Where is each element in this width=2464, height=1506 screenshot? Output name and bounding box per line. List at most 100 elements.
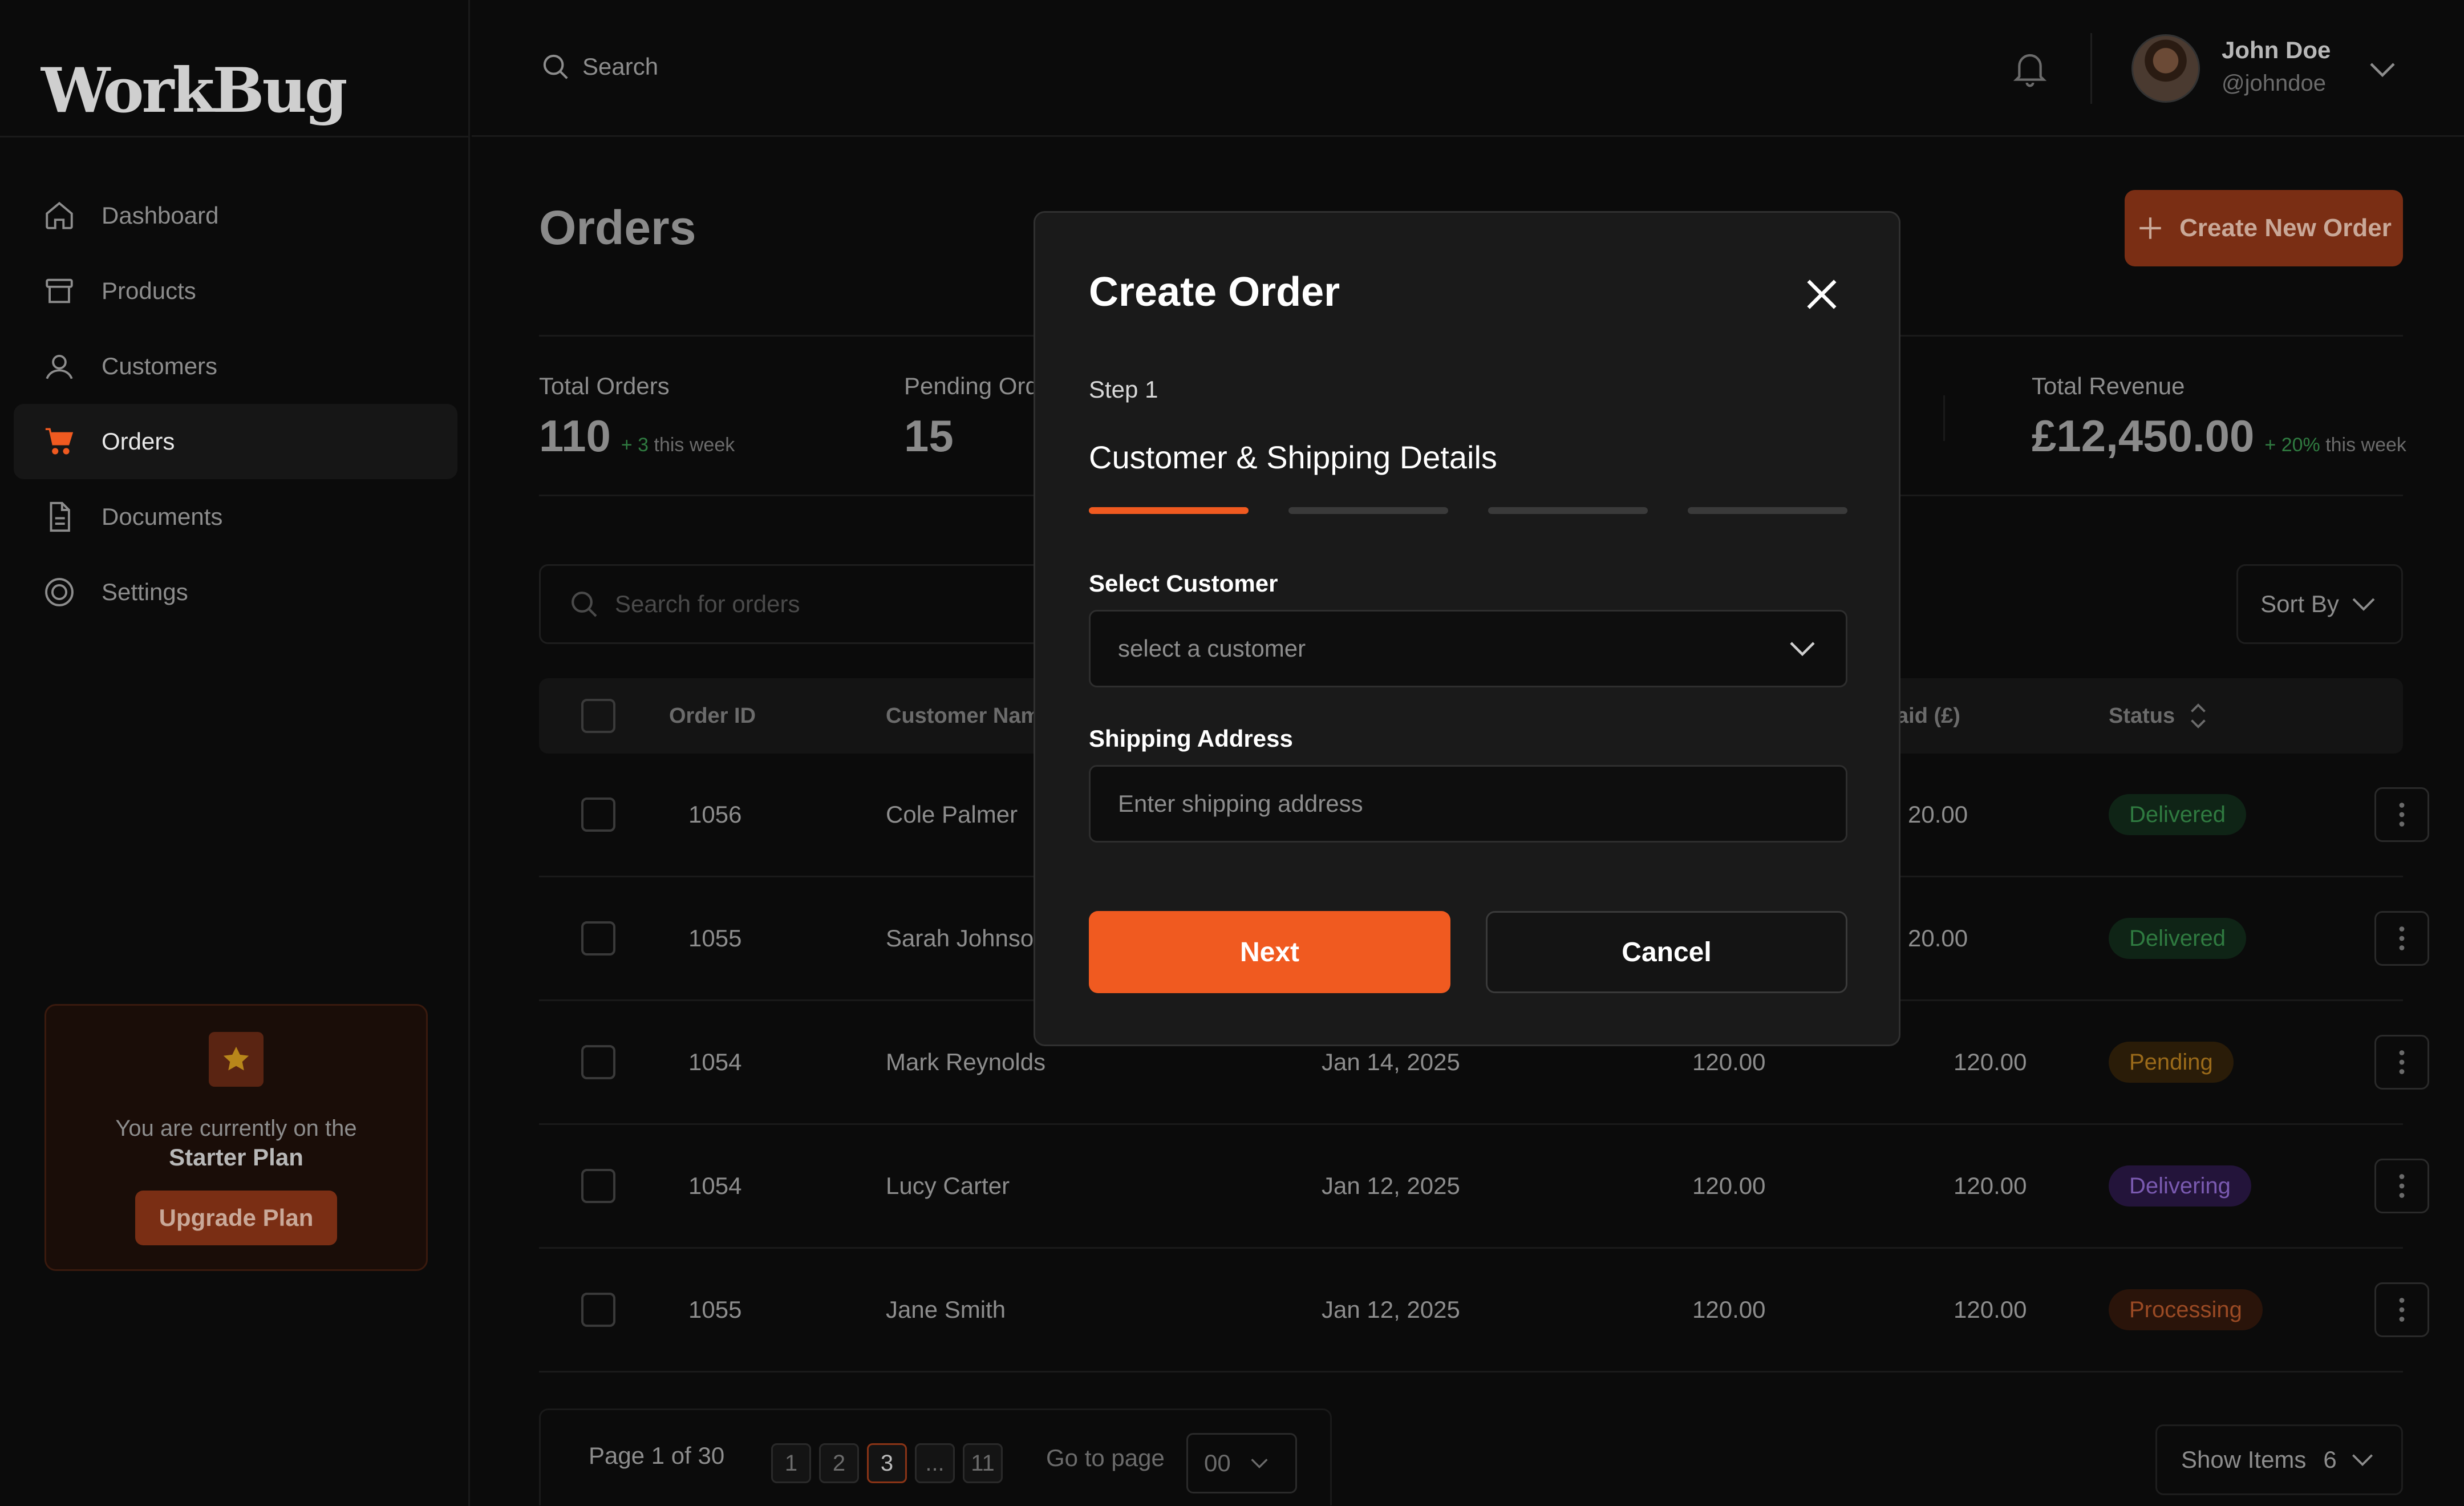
row-checkbox-cell — [581, 754, 615, 876]
show-items-select[interactable]: Show Items 6 — [2155, 1424, 2403, 1495]
stat-label: Pending Ord — [904, 373, 1039, 399]
top-search[interactable]: Search — [540, 51, 658, 82]
page-button[interactable]: 1 — [771, 1443, 811, 1483]
row-actions-button[interactable] — [2374, 787, 2429, 842]
sort-icon — [2191, 703, 2206, 728]
stat-delta-value: + 20% — [2264, 434, 2320, 456]
select-all-cell — [581, 678, 615, 754]
go-to-page-label: Go to page — [1046, 1444, 1165, 1471]
stat-value-row: £12,450.00 + 20% this week — [2032, 410, 2406, 462]
row-actions-button[interactable] — [2374, 1282, 2429, 1337]
stat-delta: + 3 this week — [621, 434, 735, 456]
cell-customer: Cole Palmer — [886, 801, 1018, 828]
page-button[interactable]: 2 — [819, 1443, 859, 1483]
row-checkbox-cell — [581, 1125, 615, 1247]
cell-date: Jan 12, 2025 — [1322, 1172, 1460, 1199]
select-customer-placeholder: select a customer — [1118, 635, 1306, 662]
sidebar-item-label: Products — [102, 277, 196, 304]
row-checkbox[interactable] — [581, 921, 615, 956]
sidebar-item-documents[interactable]: Documents — [14, 479, 457, 554]
stat-label: Total Orders — [539, 373, 670, 399]
sidebar-item-dashboard[interactable]: Dashboard — [14, 178, 457, 253]
show-items-value: 6 — [2323, 1446, 2337, 1473]
cell-status: Delivered — [2109, 754, 2246, 876]
avatar[interactable] — [2131, 34, 2200, 103]
stat-value-row: 15 — [904, 410, 1039, 462]
stat-value: 15 — [904, 411, 954, 461]
select-all-checkbox[interactable] — [581, 699, 615, 733]
page-button[interactable]: 11 — [963, 1443, 1003, 1483]
row-checkbox[interactable] — [581, 797, 615, 832]
cell-paid: 20.00 — [1908, 925, 1968, 952]
next-button[interactable]: Next — [1089, 911, 1450, 993]
cell-actions — [2374, 1249, 2429, 1371]
step-title: Customer & Shipping Details — [1089, 439, 1497, 475]
app-root: WorkBug Dashboard Products Customers Ord… — [0, 0, 2464, 1506]
sidebar-nav: Dashboard Products Customers Orders Docu… — [14, 178, 457, 630]
row-checkbox[interactable] — [581, 1169, 615, 1203]
chevron-down-icon — [1790, 642, 1815, 657]
row-actions-button[interactable] — [2374, 911, 2429, 966]
sidebar-item-label: Settings — [102, 578, 188, 605]
row-checkbox[interactable] — [581, 1293, 615, 1327]
stat-label: Total Revenue — [2032, 373, 2185, 399]
page-button-current[interactable]: 3 — [867, 1443, 907, 1483]
header-order-id[interactable]: Order ID — [669, 678, 756, 754]
sidebar-item-products[interactable]: Products — [14, 253, 457, 329]
more-vertical-icon — [2399, 803, 2405, 827]
home-icon — [42, 199, 76, 233]
stat-total-revenue: Total Revenue £12,450.00 + 20% this week — [2032, 373, 2406, 462]
users-icon — [42, 349, 76, 383]
modal-title: Create Order — [1089, 269, 1340, 315]
cell-paid: 20.00 — [1908, 801, 1968, 828]
topbar: Search John Doe @johndoe — [472, 0, 2464, 137]
row-checkbox-cell — [581, 877, 615, 999]
more-vertical-icon — [2399, 1174, 2405, 1198]
bell-icon[interactable] — [2012, 49, 2048, 89]
status-badge: Delivering — [2109, 1165, 2251, 1207]
row-actions-button[interactable] — [2374, 1159, 2429, 1213]
step-progress — [1089, 507, 1847, 514]
step-label: Step 1 — [1089, 376, 1158, 403]
go-to-page-value: 00 — [1204, 1450, 1231, 1476]
page-button[interactable]: ... — [915, 1443, 955, 1483]
sidebar-item-orders[interactable]: Orders — [14, 404, 457, 479]
sort-by-button[interactable]: Sort By — [2236, 564, 2403, 644]
orders-search-input[interactable]: Search for orders — [539, 564, 1109, 644]
row-actions-button[interactable] — [2374, 1035, 2429, 1090]
sidebar-divider — [0, 136, 470, 137]
shipping-address-input[interactable]: Enter shipping address — [1089, 765, 1847, 843]
chevron-down-icon[interactable] — [2365, 52, 2400, 87]
create-new-order-button[interactable]: Create New Order — [2125, 190, 2403, 266]
table-row[interactable]: 1054 Lucy Carter Jan 12, 2025 120.00 120… — [539, 1125, 2429, 1249]
box-icon — [42, 274, 76, 308]
sidebar-item-settings[interactable]: Settings — [14, 554, 457, 630]
app-logo[interactable]: WorkBug — [41, 55, 348, 127]
cell-customer: Mark Reynolds — [886, 1048, 1046, 1075]
sidebar-item-customers[interactable]: Customers — [14, 329, 457, 404]
row-checkbox[interactable] — [581, 1045, 615, 1079]
show-items-label: Show Items — [2181, 1446, 2307, 1473]
cell-paid: 120.00 — [1954, 1048, 2027, 1075]
row-checkbox-cell — [581, 1249, 615, 1371]
cell-order-id: 1056 — [688, 801, 742, 828]
upgrade-plan-button[interactable]: Upgrade Plan — [135, 1191, 337, 1245]
stat-delta-value: + 3 — [621, 434, 649, 456]
search-label: Search — [582, 53, 659, 80]
settings-icon — [42, 575, 76, 609]
select-customer-dropdown[interactable]: select a customer — [1089, 610, 1847, 687]
go-to-page-select[interactable]: 00 — [1186, 1433, 1297, 1493]
search-icon — [572, 592, 597, 617]
status-badge: Pending — [2109, 1042, 2234, 1083]
table-row[interactable]: 1055 Jane Smith Jan 12, 2025 120.00 120.… — [539, 1249, 2429, 1373]
header-customer[interactable]: Customer Name — [886, 678, 1052, 754]
cancel-button[interactable]: Cancel — [1486, 911, 1847, 993]
cell-paid: 120.00 — [1954, 1172, 2027, 1199]
header-paid[interactable]: aid (£) — [1896, 678, 1960, 754]
cell-actions — [2374, 1125, 2429, 1247]
status-badge: Delivered — [2109, 794, 2246, 835]
progress-segment — [1688, 507, 1847, 514]
close-icon[interactable] — [1802, 274, 1842, 314]
header-status[interactable]: Status — [2109, 678, 2211, 754]
stat-pending-orders: Pending Ord 15 — [904, 373, 1039, 462]
